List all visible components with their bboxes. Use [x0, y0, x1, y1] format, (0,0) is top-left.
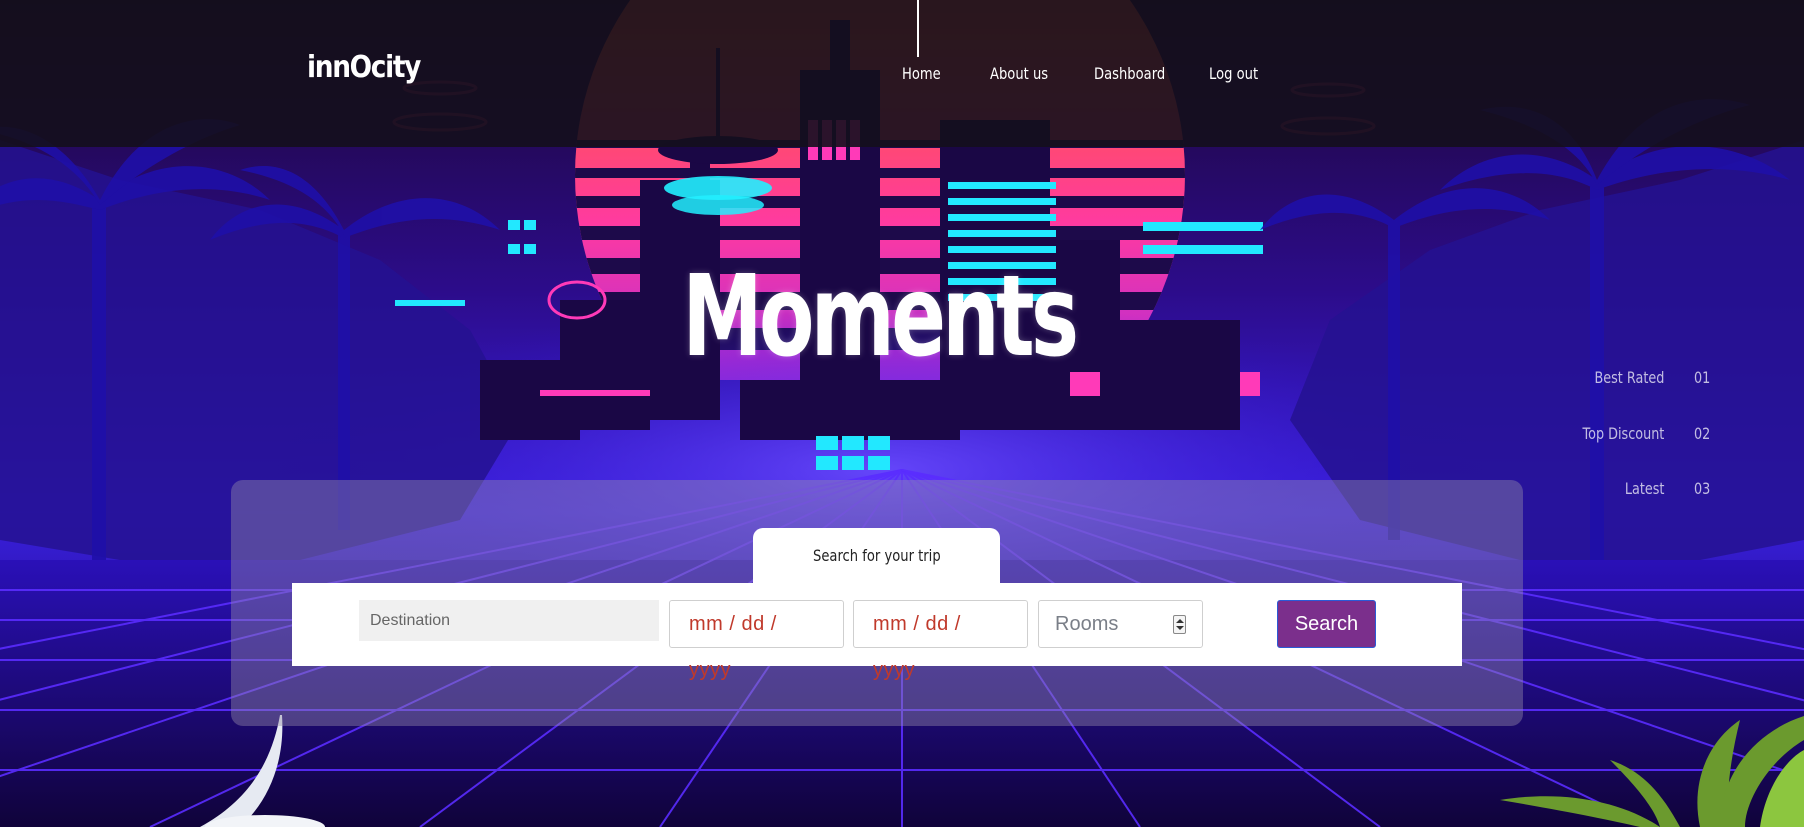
- nav-home-link[interactable]: Home: [902, 64, 941, 83]
- nav-about-link[interactable]: About us: [990, 64, 1048, 83]
- rooms-number-input[interactable]: Rooms: [1038, 600, 1203, 648]
- top-navbar: innOcity Home About us Dashboard Log out: [0, 0, 1804, 147]
- side-item-label: Latest: [1624, 479, 1664, 498]
- side-item-number: 02: [1694, 424, 1711, 443]
- side-item-best-rated[interactable]: Best Rated 01: [0, 368, 1804, 396]
- search-tab[interactable]: Search for your trip: [753, 528, 1000, 586]
- hero-title: Moments: [682, 252, 1079, 382]
- destination-input[interactable]: [359, 600, 659, 641]
- search-button[interactable]: Search: [1277, 600, 1376, 648]
- side-item-label: Top Discount: [1582, 424, 1664, 443]
- rooms-placeholder: Rooms: [1055, 613, 1119, 635]
- checkout-date-input[interactable]: mm / dd / yyyy: [853, 600, 1028, 681]
- nav-logout-link[interactable]: Log out: [1209, 64, 1258, 83]
- nav-active-indicator: [917, 0, 919, 57]
- side-item-number: 01: [1694, 368, 1711, 387]
- checkin-date-input[interactable]: mm / dd / yyyy: [669, 600, 844, 681]
- side-item-label: Best Rated: [1594, 368, 1664, 387]
- side-item-number: 03: [1694, 479, 1711, 498]
- rooms-stepper-icon[interactable]: [1173, 615, 1186, 634]
- side-item-top-discount[interactable]: Top Discount 02: [0, 424, 1804, 452]
- main-nav: Home About us Dashboard Log out: [0, 64, 1804, 90]
- nav-dashboard-link[interactable]: Dashboard: [1094, 64, 1165, 83]
- search-tab-label: Search for your trip: [812, 546, 941, 565]
